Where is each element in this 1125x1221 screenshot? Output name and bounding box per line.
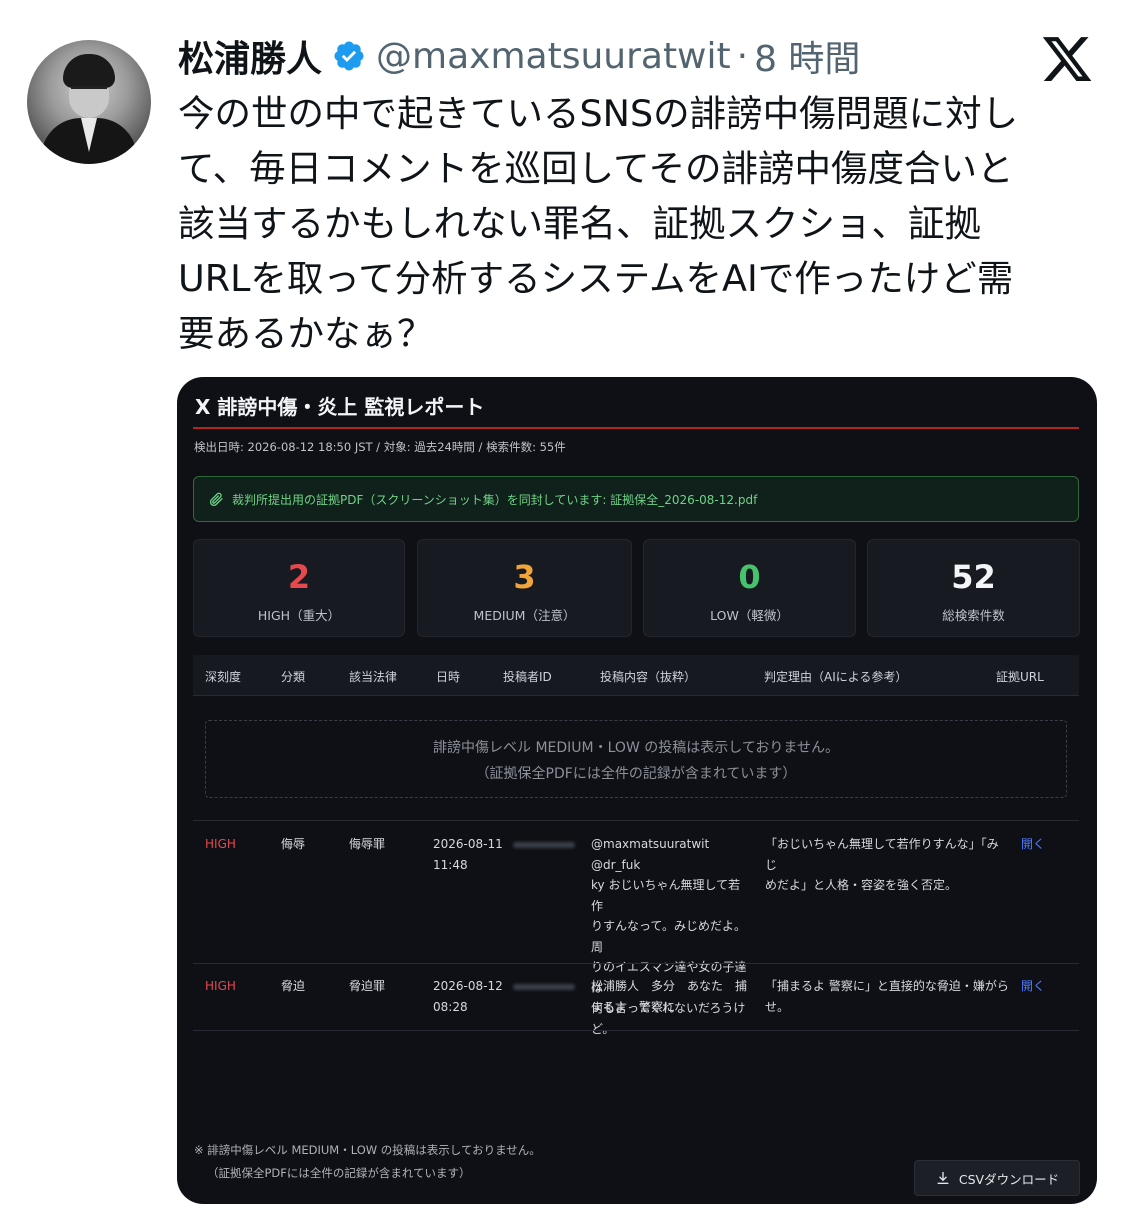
stat-value: 2: [287, 558, 311, 596]
evidence-url-link[interactable]: 開く: [1021, 976, 1045, 997]
post-time[interactable]: 8 時間: [754, 30, 860, 82]
column-header: 該当法律: [349, 670, 398, 684]
evidence-pdf-notice: 裁判所提出用の証拠PDF（スクリーンショット集）を同封しています: 証拠保全_2…: [193, 476, 1079, 522]
download-icon: [937, 1172, 949, 1184]
hidden-notice-line: 誹謗中傷レベル MEDIUM・LOW の投稿は表示しておりません。: [433, 740, 839, 756]
csv-download-label: CSVダウンロード: [958, 1171, 1060, 1187]
severity-cell: HIGH: [205, 837, 236, 851]
column-header: 深刻度: [205, 670, 242, 684]
stat-label: 総検索件数: [942, 608, 1005, 623]
stat-card-total: 52 総検索件数: [867, 539, 1080, 637]
reason-line: めだよ」と人格・容姿を強く否定。: [765, 878, 958, 892]
separator-dot: ·: [736, 35, 749, 77]
column-header: 投稿内容（抜粋）: [600, 670, 697, 684]
x-logo-icon: [1042, 37, 1092, 81]
stat-card-medium: 3 MEDIUM（注意）: [417, 539, 632, 637]
content-line: @maxmatsuuratwit @dr_fuk: [591, 837, 710, 872]
title-divider: [193, 427, 1079, 429]
tweet-text-line: 該当するかもしれない罪名、証拠スクショ、証拠: [178, 202, 981, 245]
verified-badge-icon: [334, 41, 364, 71]
category-cell: 侮辱: [281, 837, 306, 851]
tweet-text-line: 要あるかなぁ？: [178, 312, 434, 355]
tweet-text-line: URLを取って分析するシステムをAIで作ったけど需: [178, 257, 1014, 300]
tweet-text-line: 今の世の中で起きているSNSの誹謗中傷問題に対し: [178, 92, 1019, 135]
column-header: 日時: [436, 670, 461, 684]
reason-line: 「捕まるよ 警察に」と直接的な脅迫・嫌がらせ。: [765, 979, 1009, 1014]
datetime-cell: 2026-08-11 11:48: [433, 834, 503, 875]
time-text: 11:48: [433, 857, 468, 872]
stat-label: MEDIUM（注意）: [473, 608, 576, 623]
tweet-text-line: て、毎日コメントを巡回してその誹謗中傷度合いと: [178, 147, 1014, 190]
law-cell: 侮辱罪: [349, 837, 386, 851]
row-divider: [193, 820, 1079, 821]
stat-value: 52: [951, 558, 996, 596]
stat-card-low: 0 LOW（軽微）: [643, 539, 856, 637]
avatar-glasses: [71, 86, 107, 97]
column-header: 証拠URL: [996, 670, 1044, 684]
blurred-user-id: [513, 984, 575, 990]
stat-value: 0: [738, 558, 761, 596]
column-header: 分類: [281, 670, 306, 684]
content-line: まるよ 警察に: [591, 999, 676, 1014]
date-text: 2026-08-11: [433, 837, 503, 851]
stat-value: 3: [513, 558, 536, 596]
author-handle[interactable]: @maxmatsuuratwit: [376, 36, 731, 77]
attached-report-image[interactable]: X 誹謗中傷・炎上 監視レポート 検出日時: 2026-08-12 18:50 …: [177, 377, 1097, 1204]
column-header: 投稿者ID: [503, 670, 552, 684]
tweet-text: 今の世の中で起きているSNSの誹謗中傷問題に対し て、毎日コメントを巡回してその…: [178, 86, 1098, 361]
author-avatar[interactable]: [27, 40, 151, 164]
author-name[interactable]: 松浦勝人: [178, 30, 322, 82]
table-header: 深刻度 分類 該当法律 日時 投稿者ID 投稿内容（抜粋） 判定理由（AIによる…: [193, 655, 1079, 696]
evidence-url-link[interactable]: 開く: [1021, 834, 1045, 855]
csv-download-button[interactable]: CSVダウンロード: [914, 1160, 1080, 1196]
content-line: りすんなって。みじめだよ。周: [591, 919, 747, 954]
reason-line: 「おじいちゃん無理して若作りすんな」「みじ: [765, 837, 999, 872]
hidden-notice-line: （証拠保全PDFには全件の記録が含まれています）: [475, 766, 797, 782]
stat-card-high: 2 HIGH（重大）: [193, 539, 405, 637]
stat-label: HIGH（重大）: [257, 608, 341, 623]
severity-cell: HIGH: [205, 979, 236, 993]
stat-label: LOW（軽微）: [710, 608, 789, 623]
row-divider: [193, 963, 1079, 964]
time-text: 08:28: [433, 999, 468, 1014]
row-divider: [193, 1030, 1079, 1031]
blurred-user-id: [513, 842, 575, 848]
content-line: 松浦勝人 多分 あなた 捕: [591, 979, 748, 993]
avatar-hair: [63, 54, 115, 88]
tweet-header: 松浦勝人 @maxmatsuuratwit · 8 時間: [178, 30, 860, 82]
content-line: ど。: [591, 1021, 615, 1036]
evidence-pdf-notice-text: 裁判所提出用の証拠PDF（スクリーンショット集）を同封しています: 証拠保全_2…: [232, 492, 758, 507]
content-cell: 松浦勝人 多分 あなた 捕 まるよ 警察に: [591, 976, 751, 1017]
footer-note: （証拠保全PDFには全件の記録が含まれています）: [207, 1166, 471, 1180]
law-cell: 脅迫罪: [349, 979, 386, 993]
category-cell: 脅迫: [281, 979, 306, 993]
date-text: 2026-08-12: [433, 979, 503, 993]
datetime-cell: 2026-08-12 08:28: [433, 976, 503, 1017]
content-line: ky おじいちゃん無理して若作: [591, 878, 741, 913]
paperclip-icon: [209, 492, 223, 507]
column-header: 判定理由（AIによる参考）: [764, 670, 908, 684]
reason-cell: 「おじいちゃん無理して若作りすんな」「みじ めだよ」と人格・容姿を強く否定。: [765, 834, 1005, 896]
hidden-posts-notice: 誹謗中傷レベル MEDIUM・LOW の投稿は表示しておりません。 （証拠保全P…: [205, 720, 1067, 798]
footer-note: ※ 誹謗中傷レベル MEDIUM・LOW の投稿は表示しておりません。: [194, 1143, 541, 1157]
reason-cell: 「捕まるよ 警察に」と直接的な脅迫・嫌がらせ。: [765, 976, 1015, 1017]
report-title: X 誹謗中傷・炎上 監視レポート: [195, 395, 485, 419]
report-meta: 検出日時: 2026-08-12 18:50 JST / 対象: 過去24時間 …: [194, 440, 566, 454]
